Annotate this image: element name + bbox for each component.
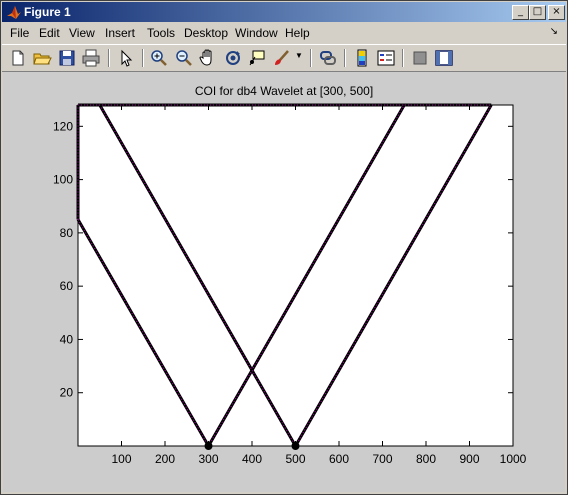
menu-desktop[interactable]: Desktop (184, 26, 228, 40)
figure-toolbar: ▼ (2, 44, 566, 72)
y-tick-label: 40 (60, 332, 74, 346)
x-tick-label: 200 (155, 452, 175, 466)
menu-edit[interactable]: Edit (39, 26, 60, 40)
y-tick-label: 60 (60, 279, 74, 293)
toolbar-separator (108, 49, 110, 67)
toolbar-separator (142, 49, 144, 67)
hide-plot-tools-icon[interactable] (410, 48, 430, 68)
y-tick-label: 100 (53, 173, 73, 187)
x-tick-label: 1000 (500, 452, 527, 466)
close-button[interactable]: × (548, 5, 565, 20)
minimize-button[interactable]: _ (512, 5, 529, 20)
x-tick-label: 400 (242, 452, 262, 466)
window-title: Figure 1 (24, 5, 71, 19)
open-file-icon[interactable] (32, 48, 52, 68)
colorbar-icon[interactable] (352, 48, 372, 68)
matlab-logo-icon (7, 6, 21, 19)
show-plot-tools-icon[interactable] (434, 48, 454, 68)
x-tick-label: 600 (329, 452, 349, 466)
coi-center-marker-2 (291, 442, 300, 450)
menu-help[interactable]: Help (285, 26, 310, 40)
y-tick-label: 120 (53, 119, 73, 133)
menu-file[interactable]: File (10, 26, 29, 40)
x-tick-label: 800 (416, 452, 436, 466)
coi-center-marker-1 (204, 442, 213, 450)
y-tick-label: 20 (60, 386, 74, 400)
toolbar-separator (344, 49, 346, 67)
print-icon[interactable] (81, 48, 101, 68)
x-tick-label: 100 (111, 452, 131, 466)
menu-bar: File Edit View Insert Tools Desktop Wind… (2, 23, 566, 43)
y-tick-label: 80 (60, 226, 74, 240)
rotate-3d-icon[interactable] (223, 48, 243, 68)
menu-view[interactable]: View (69, 26, 95, 40)
menu-overflow-arrow[interactable]: ↘ (550, 26, 558, 37)
x-tick-label: 300 (198, 452, 218, 466)
title-bar[interactable]: Figure 1 _ □ × (2, 2, 566, 22)
x-tick-label: 700 (372, 452, 392, 466)
menu-insert[interactable]: Insert (105, 26, 135, 40)
toolbar-separator (310, 49, 312, 67)
figure-canvas: COI for db4 Wavelet at [300, 500] 100 200… (3, 72, 565, 492)
zoom-in-icon[interactable] (149, 48, 169, 68)
toolbar-separator (402, 49, 404, 67)
pan-hand-icon[interactable] (198, 48, 218, 68)
menu-tools[interactable]: Tools (147, 26, 175, 40)
brush-icon[interactable] (272, 48, 292, 68)
legend-icon[interactable] (376, 48, 396, 68)
brush-dropdown-arrow-icon[interactable]: ▼ (295, 51, 303, 60)
x-tick-label: 500 (285, 452, 305, 466)
data-cursor-icon[interactable] (247, 48, 267, 68)
save-icon[interactable] (57, 48, 77, 68)
link-plot-icon[interactable] (318, 48, 338, 68)
plot-area (77, 104, 514, 447)
new-figure-icon[interactable] (8, 48, 28, 68)
maximize-button[interactable]: □ (529, 5, 546, 20)
figure-window: Figure 1 _ □ × File Edit View Insert Too… (0, 0, 568, 495)
edit-plot-arrow-icon[interactable] (116, 48, 136, 68)
menu-window[interactable]: Window (235, 26, 278, 40)
coi-chart: 100 200 300 400 500 600 700 800 900 1000 20 40 60 80 1… (53, 103, 527, 466)
zoom-out-icon[interactable] (174, 48, 194, 68)
x-tick-label: 900 (459, 452, 479, 466)
